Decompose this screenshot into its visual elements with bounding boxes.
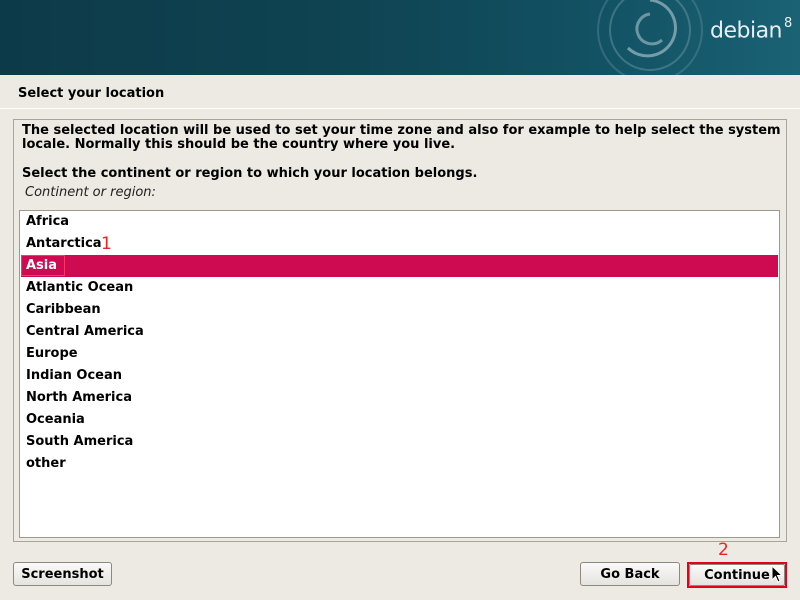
- field-label: Continent or region:: [25, 185, 156, 200]
- list-item[interactable]: Africa: [21, 211, 778, 233]
- brand-name: debian: [710, 18, 783, 44]
- screenshot-button[interactable]: Screenshot: [13, 562, 112, 586]
- prompt-text: Select the continent or region to which …: [22, 166, 478, 181]
- go-back-button[interactable]: Go Back: [580, 562, 680, 586]
- list-item[interactable]: Europe: [21, 343, 778, 365]
- list-item[interactable]: other: [21, 453, 778, 475]
- page-title: Select your location: [18, 86, 165, 101]
- description-text: The selected location will be used to se…: [22, 123, 781, 152]
- list-item[interactable]: Atlantic Ocean: [21, 277, 778, 299]
- title-divider: [0, 108, 800, 109]
- list-item[interactable]: Oceania: [21, 409, 778, 431]
- list-item[interactable]: Indian Ocean: [21, 365, 778, 387]
- list-item[interactable]: Caribbean: [21, 299, 778, 321]
- region-list[interactable]: Africa Antarctica Asia Atlantic Ocean Ca…: [19, 210, 780, 538]
- brand-version: 8: [784, 16, 792, 31]
- annotation-marker-1: 1: [101, 234, 112, 254]
- mouse-pointer-icon: [771, 565, 783, 583]
- list-item-selected[interactable]: Asia: [21, 255, 778, 277]
- brand-wordmark: debian 8: [710, 16, 792, 44]
- debian-swirl-logo: [597, 0, 703, 75]
- list-item[interactable]: South America: [21, 431, 778, 453]
- annotation-marker-2: 2: [718, 540, 729, 560]
- list-item[interactable]: North America: [21, 387, 778, 409]
- list-item[interactable]: Antarctica: [21, 233, 778, 255]
- list-item[interactable]: Central America: [21, 321, 778, 343]
- header-banner: debian 8: [0, 0, 800, 75]
